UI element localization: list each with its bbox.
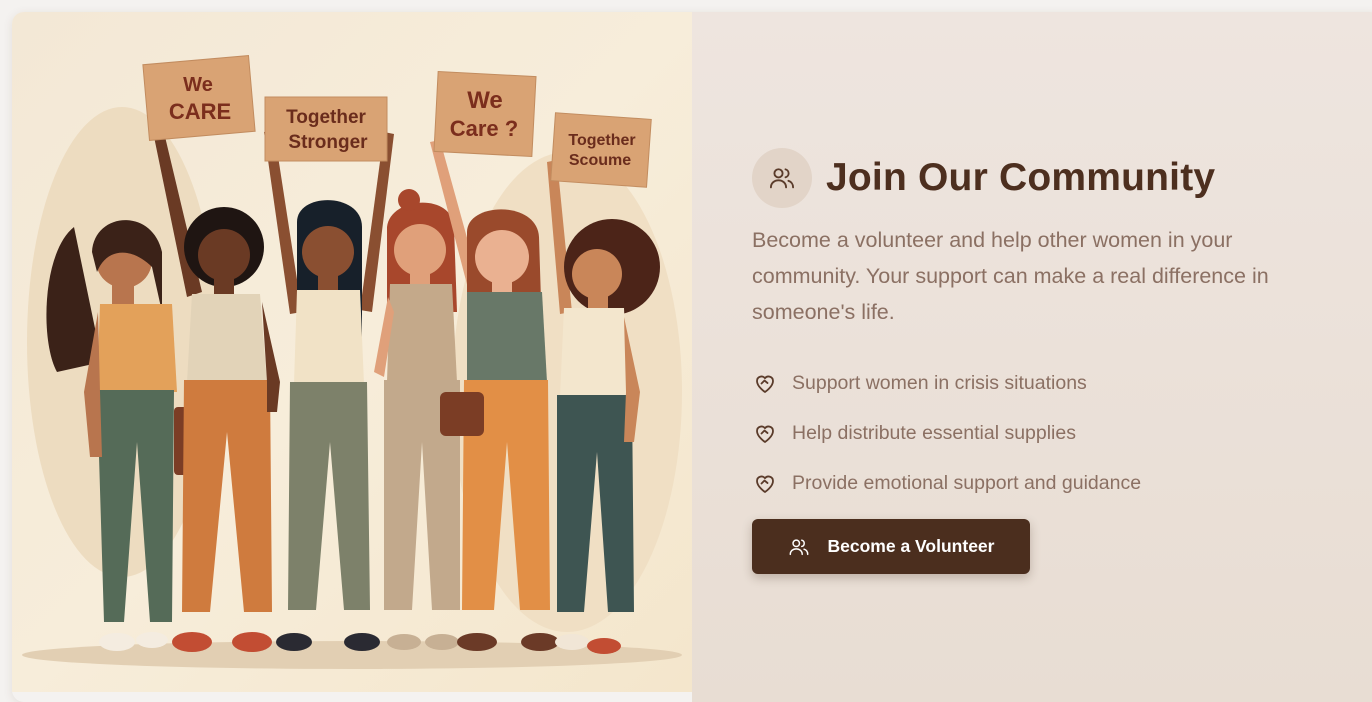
heart-handshake-icon [756,425,774,443]
description: Become a volunteer and help other women … [752,228,1269,324]
heart-handshake-icon [756,375,774,393]
page-title: Join Our Community [826,156,1216,200]
join-header: Join Our Community [752,130,1215,226]
users-icon-badge [752,148,812,209]
list-item: Support women in crisis situations [752,358,1141,408]
list-item-text: Provide emotional support and guidance [792,471,1142,494]
benefits-list: Support women in crisis situations Help … [752,358,1141,508]
svg-text:Stronger: Stronger [288,132,368,153]
community-card: We CARE Together Stronger We Care ? Toge… [12,12,1372,702]
list-item: Provide emotional support and guidance [752,458,1141,508]
svg-text:Care ?: Care ? [450,116,518,141]
list-item-text: Support women in crisis situations [792,371,1087,394]
svg-text:Together: Together [286,107,366,128]
svg-text:Together: Together [568,132,635,149]
join-community-panel: Join Our Community Become a volunteer an… [692,12,1372,702]
list-item-text: Help distribute essential supplies [792,421,1076,444]
heart-handshake-icon [756,475,774,493]
button-label: Become a Volunteer [827,536,995,556]
women-holding-signs-image: We CARE Together Stronger We Care ? Toge… [22,54,682,669]
volunteers-illustration: We CARE Together Stronger We Care ? Toge… [12,12,692,692]
svg-text:We: We [183,74,213,96]
svg-text:Scoume: Scoume [569,152,631,169]
list-item: Help distribute essential supplies [752,408,1141,458]
become-volunteer-button[interactable]: Become a Volunteer [752,519,1030,574]
svg-text:We: We [467,87,503,114]
svg-text:CARE: CARE [169,99,231,124]
users-icon [769,168,795,189]
users-icon [789,538,808,555]
